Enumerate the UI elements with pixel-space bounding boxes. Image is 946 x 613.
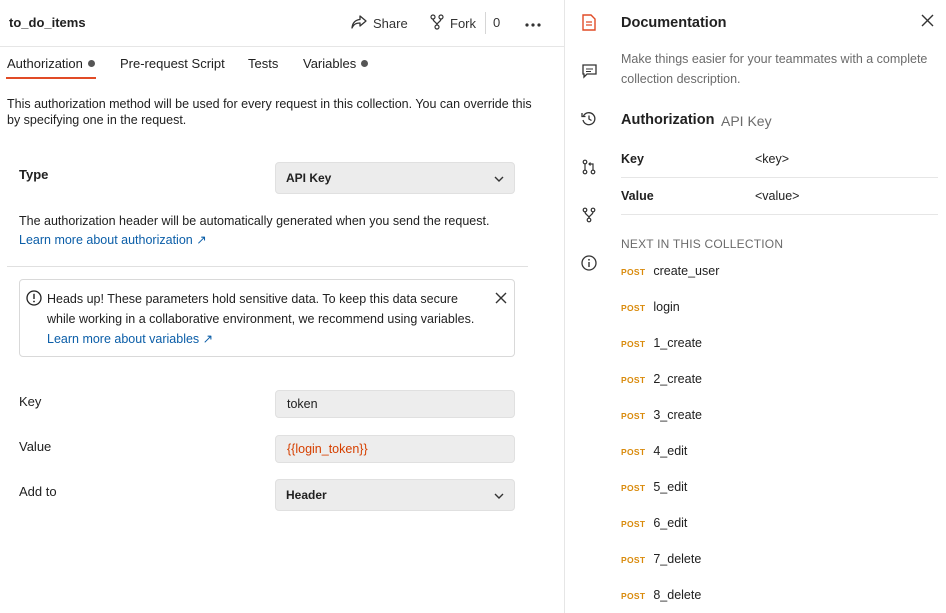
comments-icon[interactable] [580,62,598,80]
tab-pre-request-script[interactable]: Pre-request Script [120,56,225,71]
request-name: 5_edit [653,480,688,494]
fork-label: Fork [450,15,476,31]
request-method: POST [621,483,646,493]
fork-button[interactable]: Fork [430,12,476,34]
context-icon-bar [565,0,613,613]
request-item[interactable]: POST login [621,300,680,320]
request-item[interactable]: POST 8_delete [621,588,701,608]
tab-variables[interactable]: Variables [303,56,369,71]
collection-header: to_do_items Share Fork 0 [0,0,564,47]
more-icon [525,15,541,30]
next-in-collection-heading: NEXT IN THIS COLLECTION [621,237,784,251]
collection-description[interactable]: Make things easier for your teammates wi… [621,49,941,89]
value-label: Value [19,439,52,454]
doc-auth-type: API Key [721,113,772,129]
auth-type-value: API Key [286,171,332,185]
request-item[interactable]: POST create_user [621,264,719,284]
share-button[interactable]: Share [351,12,408,34]
request-item[interactable]: POST 5_edit [621,480,687,500]
request-name: 4_edit [653,444,688,458]
request-method: POST [621,375,646,385]
request-name: login [653,300,680,314]
tab-authorization-label: Authorization [7,56,83,71]
active-tab-underline [6,77,96,79]
request-method: POST [621,411,646,421]
doc-auth-heading: Authorization [621,112,715,128]
request-name: 2_create [653,372,702,386]
documentation-title: Documentation [621,15,727,31]
request-item[interactable]: POST 3_create [621,408,702,428]
request-method: POST [621,267,646,277]
warning-icon [26,290,42,309]
tab-tests-label: Tests [248,56,279,71]
add-to-label: Add to [19,484,57,499]
fork-count[interactable]: 0 [493,15,500,30]
sensitive-data-alert: Heads up! These parameters hold sensitiv… [19,279,515,357]
alert-text: Heads up! These parameters hold sensitiv… [47,289,487,349]
request-name: 8_delete [653,588,702,602]
doc-auth-row-key: Key [621,152,644,166]
key-label: Key [19,394,42,409]
add-to-select[interactable]: Header [275,479,515,511]
auth-header-info: The authorization header will be automat… [19,212,529,250]
documentation-icon[interactable] [580,13,598,31]
tab-tests[interactable]: Tests [248,56,278,71]
tab-authorization-indicator [87,60,95,67]
fork-divider [485,12,486,34]
learn-more-authorization-link[interactable]: Learn more about authorization ↗ [19,233,207,247]
chevron-down-icon [494,171,504,185]
request-item[interactable]: POST 4_edit [621,444,687,464]
close-icon[interactable] [921,14,934,30]
value-input[interactable]: {{login_token}} [275,435,515,463]
add-to-value: Header [286,488,327,502]
request-item[interactable]: POST 1_create [621,336,702,356]
request-item[interactable]: POST 2_create [621,372,702,392]
doc-auth-row-value: <value> [755,189,800,203]
request-method: POST [621,339,646,349]
request-name: 3_create [653,408,702,422]
learn-more-variables-link[interactable]: Learn more about variables ↗ [47,332,213,346]
request-method: POST [621,519,646,529]
share-icon [351,14,367,32]
history-icon[interactable] [580,110,598,128]
share-label: Share [373,15,408,31]
request-name: 7_delete [653,552,702,566]
doc-auth-row-value: <key> [755,152,790,166]
doc-auth-row-key: Value [621,189,654,203]
tab-pre-request-script-label: Pre-request Script [120,56,225,71]
collection-title: to_do_items [9,15,86,30]
request-name: 1_create [653,336,702,350]
collection-panel: to_do_items Share Fork 0 Authorization P… [0,0,564,613]
tab-variables-label: Variables [303,56,357,71]
request-method: POST [621,447,646,457]
auth-description: This authorization method will be used f… [7,97,532,127]
request-item[interactable]: POST 7_delete [621,552,701,572]
request-name: create_user [653,264,720,278]
alert-message: Heads up! These parameters hold sensitiv… [47,292,475,326]
fork-icon[interactable] [580,206,598,224]
chevron-down-icon [494,488,504,502]
pull-request-icon[interactable] [580,158,598,176]
documentation-panel: Documentation Make things easier for you… [621,0,941,613]
more-options-button[interactable] [524,13,542,31]
request-method: POST [621,303,646,313]
request-name: 6_edit [653,516,688,530]
request-method: POST [621,555,646,565]
auth-type-select[interactable]: API Key [275,162,515,194]
doc-auth-row: Key <key> [621,141,938,178]
section-divider [7,266,528,267]
info-icon[interactable] [580,254,598,272]
request-item[interactable]: POST 6_edit [621,516,687,536]
collection-tabs: Authorization Pre-request Script Tests V… [0,47,564,81]
close-icon[interactable] [495,292,507,307]
tab-variables-indicator [361,60,369,67]
request-method: POST [621,591,646,601]
fork-icon [430,13,444,33]
auth-type-label: Type [19,167,49,182]
doc-auth-row: Value <value> [621,178,938,215]
auth-header-info-text: The authorization header will be automat… [19,214,490,228]
tab-authorization[interactable]: Authorization [7,56,95,71]
key-input[interactable]: token [275,390,515,418]
